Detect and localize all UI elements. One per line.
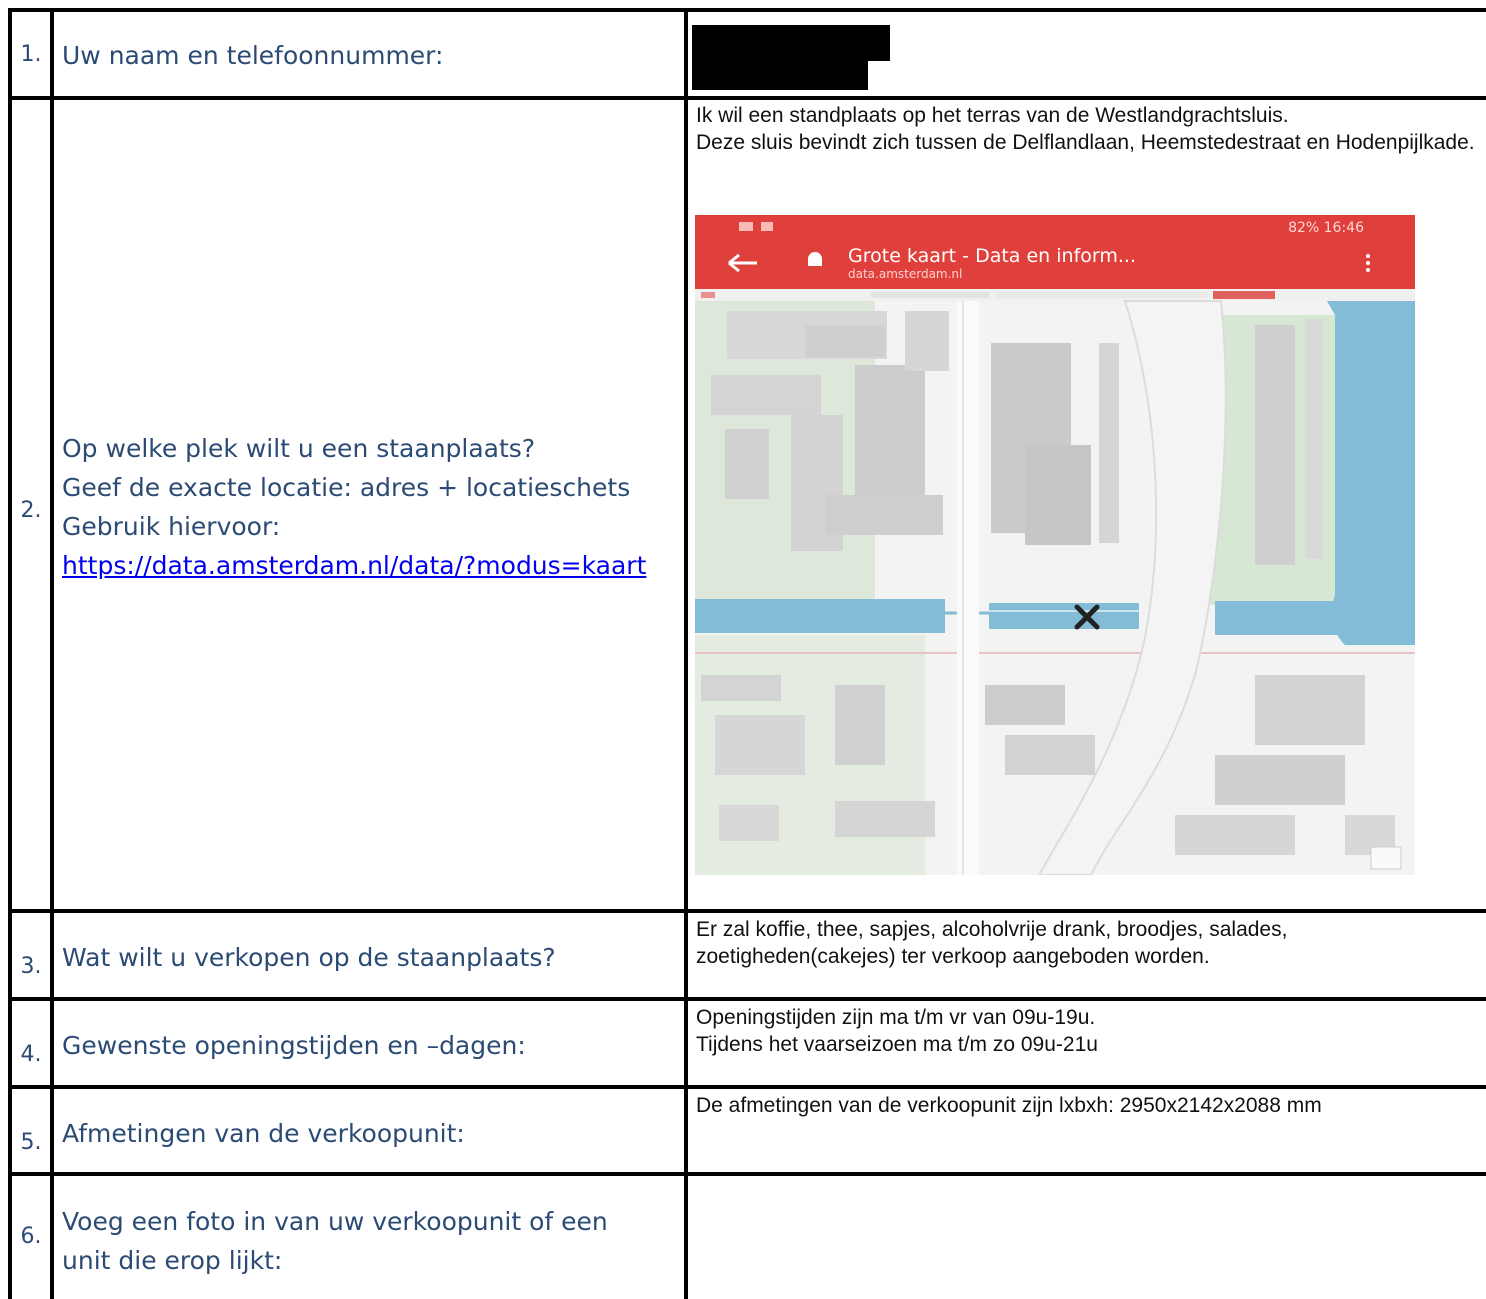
question-location: Op welke plek wilt u een staanplaats? Ge… xyxy=(62,429,682,585)
question-opening-hours: Gewenste openingstijden en –dagen: xyxy=(62,1031,526,1060)
question-line: unit die erop lijkt: xyxy=(62,1246,283,1275)
question-photo: Voeg een foto in van uw verkoopunit of e… xyxy=(62,1202,682,1280)
row-number: 6. xyxy=(20,1224,42,1249)
map-screenshot-svg: 82% 16:46 Grote kaart - Data en inform..… xyxy=(695,215,1415,875)
row-number: 5. xyxy=(20,1130,42,1155)
row-number: 3. xyxy=(20,954,42,979)
row-divider xyxy=(8,909,1486,913)
answer-opening-hours: Openingstijden zijn ma t/m vr van 09u-19… xyxy=(696,1006,1098,1056)
column-divider xyxy=(50,8,54,1299)
application-form-table: 1. Uw naam en telefoonnummer: 2. Op welk… xyxy=(8,8,1486,1299)
question-line: Op welke plek wilt u een staanplaats? xyxy=(62,434,536,463)
map-screenshot: 82% 16:46 Grote kaart - Data en inform..… xyxy=(695,215,1415,875)
question-line: Gebruik hiervoor: xyxy=(62,512,281,541)
kaart-link[interactable]: https://data.amsterdam.nl/data/?modus=ka… xyxy=(62,551,646,580)
row-number: 4. xyxy=(20,1042,42,1067)
question-line: Voeg een foto in van uw verkoopunit of e… xyxy=(62,1207,608,1236)
row-number: 2. xyxy=(20,498,42,523)
question-line: Geef de exacte locatie: adres + locaties… xyxy=(62,473,631,502)
question-dimensions: Afmetingen van de verkoopunit: xyxy=(62,1119,465,1148)
lake xyxy=(1327,301,1415,645)
row-divider xyxy=(8,1085,1486,1089)
browser-url: data.amsterdam.nl xyxy=(848,267,962,281)
question-name-phone: Uw naam en telefoonnummer: xyxy=(62,41,444,70)
row-divider xyxy=(8,997,1486,1001)
answer-location: Ik wil een standplaats op het terras van… xyxy=(696,104,1475,154)
notification-icon xyxy=(761,222,773,231)
kebab-menu-icon[interactable] xyxy=(1366,254,1370,258)
lock-icon xyxy=(808,252,822,266)
question-products: Wat wilt u verkopen op de staanplaats? xyxy=(62,943,556,972)
road xyxy=(957,301,979,875)
zoom-control[interactable] xyxy=(1370,846,1402,870)
column-divider xyxy=(684,8,688,1299)
row-divider xyxy=(8,1172,1486,1176)
browser-title: Grote kaart - Data en inform... xyxy=(848,245,1136,267)
notification-icon xyxy=(739,222,753,231)
status-bar-text: 82% 16:46 xyxy=(1288,220,1364,236)
row-number: 1. xyxy=(20,42,42,67)
redaction-bar xyxy=(692,25,890,61)
table-border-left xyxy=(8,8,12,1299)
canal xyxy=(695,599,945,633)
redaction-bar xyxy=(692,58,868,90)
table-border-top xyxy=(8,8,1486,12)
row-divider xyxy=(8,96,1486,100)
answer-dimensions: De afmetingen van de verkoopunit zijn lx… xyxy=(696,1094,1322,1117)
answer-products: Er zal koffie, thee, sapjes, alcoholvrij… xyxy=(696,918,1288,968)
